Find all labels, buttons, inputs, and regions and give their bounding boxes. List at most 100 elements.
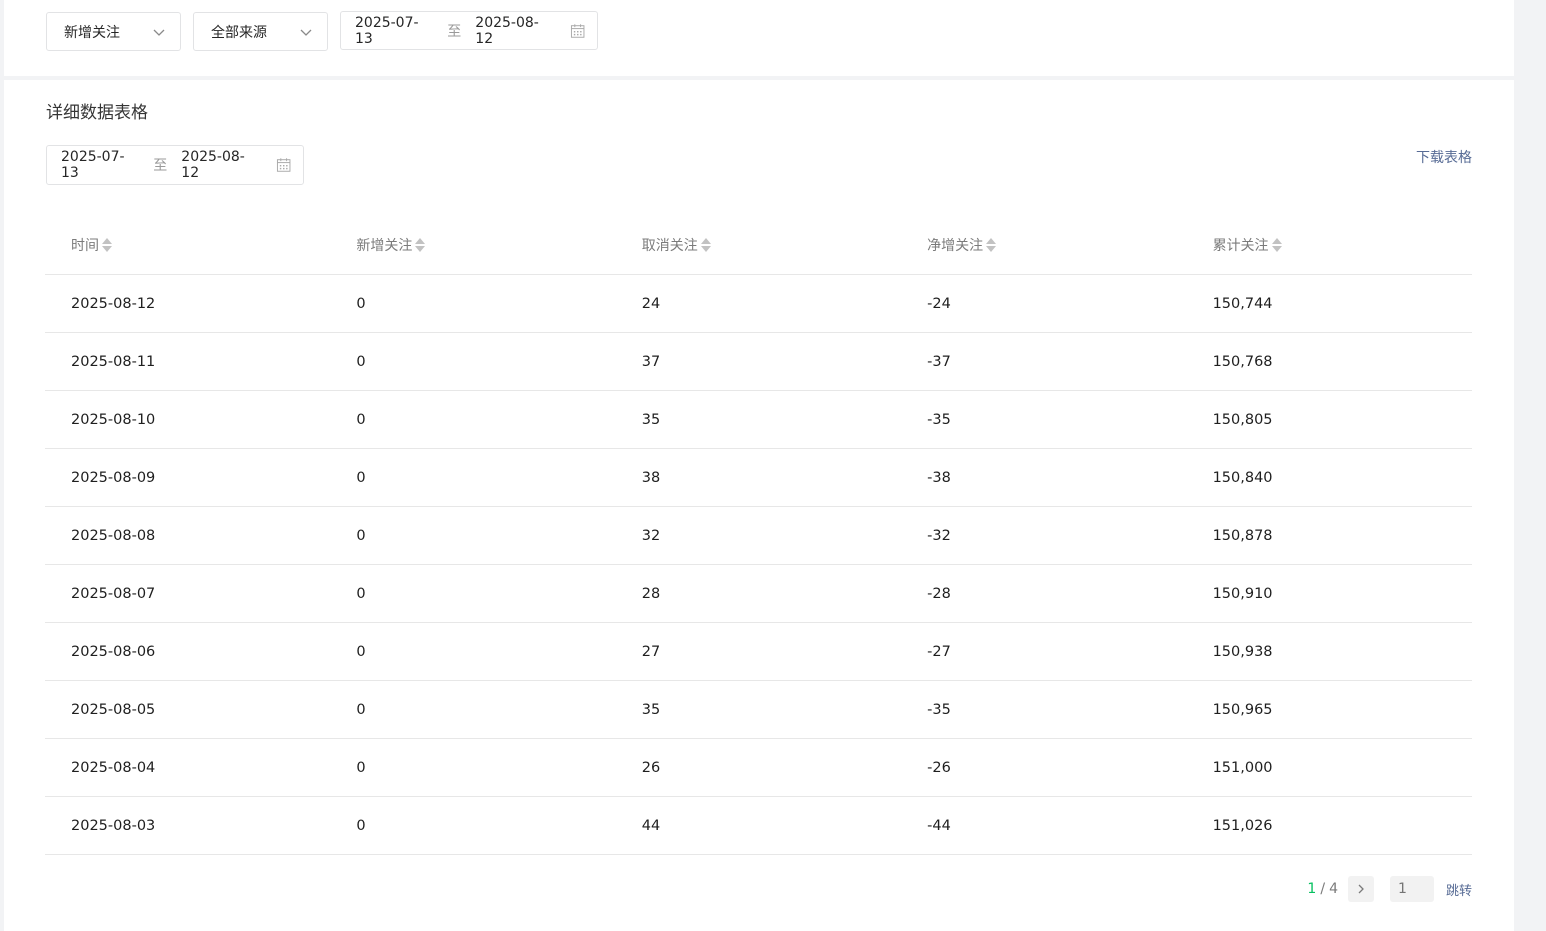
date-range-separator: 至 xyxy=(153,158,168,174)
cell-unfollows: 28 xyxy=(641,585,661,602)
cell-total-follows: 150,965 xyxy=(1212,701,1273,718)
jump-button[interactable]: 跳转 xyxy=(1446,880,1472,899)
table-date-range-picker[interactable]: 2025-07-13 至 2025-08-12 xyxy=(46,145,304,185)
cell-total-follows: 150,878 xyxy=(1212,527,1273,544)
cell-new-follows: 0 xyxy=(356,643,366,660)
cell-time: 2025-08-05 xyxy=(71,701,156,718)
current-page: 1 xyxy=(1307,881,1317,897)
sort-icon xyxy=(700,238,711,252)
cell-time: 2025-08-11 xyxy=(71,353,156,370)
cell-time: 2025-08-09 xyxy=(71,469,156,486)
cell-unfollows: 38 xyxy=(641,469,661,486)
cell-total-follows: 150,805 xyxy=(1212,411,1273,428)
table-row: 2025-08-05 0 35 -35 150,965 xyxy=(45,681,1472,739)
download-table-link[interactable]: 下载表格 xyxy=(1416,147,1472,167)
cell-unfollows: 26 xyxy=(641,759,661,776)
cell-total-follows: 150,938 xyxy=(1212,643,1273,660)
cell-net-follows: -24 xyxy=(927,295,951,312)
column-header-new-follows[interactable]: 新增关注 xyxy=(330,235,615,255)
cell-total-follows: 150,768 xyxy=(1212,353,1273,370)
page-separator: / xyxy=(1320,881,1326,897)
sort-icon xyxy=(102,238,112,252)
cell-new-follows: 0 xyxy=(356,701,366,718)
date-range-start: 2025-07-13 xyxy=(355,14,419,47)
column-header-unfollows[interactable]: 取消关注 xyxy=(616,235,901,255)
cell-unfollows: 32 xyxy=(641,527,661,544)
cell-unfollows: 44 xyxy=(641,817,661,834)
cell-net-follows: -27 xyxy=(927,643,951,660)
source-select-value: 全部来源 xyxy=(211,24,267,41)
column-header-label: 取消关注 xyxy=(641,238,698,254)
column-header-net-follows[interactable]: 净增关注 xyxy=(901,235,1186,255)
table-row: 2025-08-10 0 35 -35 150,805 xyxy=(45,391,1472,449)
cell-new-follows: 0 xyxy=(356,759,366,776)
table-row: 2025-08-08 0 32 -32 150,878 xyxy=(45,507,1472,565)
chevron-down-icon xyxy=(300,29,312,36)
date-range-end: 2025-08-12 xyxy=(475,14,539,47)
cell-time: 2025-08-04 xyxy=(71,759,156,776)
column-header-label: 时间 xyxy=(71,238,99,254)
cell-unfollows: 27 xyxy=(641,643,661,660)
cell-new-follows: 0 xyxy=(356,295,366,312)
cell-time: 2025-08-07 xyxy=(71,585,156,602)
section-title: 详细数据表格 xyxy=(46,103,148,123)
table-row: 2025-08-09 0 38 -38 150,840 xyxy=(45,449,1472,507)
sort-icon xyxy=(986,238,997,252)
pagination: 1 / 4 跳转 xyxy=(1307,876,1472,902)
cell-time: 2025-08-12 xyxy=(71,295,156,312)
cell-net-follows: -44 xyxy=(927,817,951,834)
table-row: 2025-08-04 0 26 -26 151,000 xyxy=(45,739,1472,797)
table-row: 2025-08-07 0 28 -28 150,910 xyxy=(45,565,1472,623)
date-range-start: 2025-07-13 xyxy=(61,149,125,181)
cell-net-follows: -35 xyxy=(927,411,951,428)
cell-net-follows: -26 xyxy=(927,759,951,776)
cell-net-follows: -35 xyxy=(927,701,951,718)
cell-new-follows: 0 xyxy=(356,353,366,370)
chevron-right-icon xyxy=(1358,884,1364,894)
cell-new-follows: 0 xyxy=(356,411,366,428)
calendar-icon xyxy=(276,158,291,172)
sort-icon xyxy=(1271,238,1282,252)
cell-net-follows: -37 xyxy=(927,353,951,370)
table-row: 2025-08-12 0 24 -24 150,744 xyxy=(45,275,1472,333)
cell-net-follows: -28 xyxy=(927,585,951,602)
cell-net-follows: -38 xyxy=(927,469,951,486)
column-header-label: 累计关注 xyxy=(1212,238,1269,254)
filter-date-range-picker[interactable]: 2025-07-13 至 2025-08-12 xyxy=(340,11,598,50)
cell-unfollows: 35 xyxy=(641,701,661,718)
cell-new-follows: 0 xyxy=(356,817,366,834)
table-row: 2025-08-06 0 27 -27 150,938 xyxy=(45,623,1472,681)
table-header: 时间 新增关注 取消关注 净增关注 累计关注 xyxy=(45,216,1472,275)
date-range-separator: 至 xyxy=(447,23,462,40)
cell-time: 2025-08-08 xyxy=(71,527,156,544)
column-header-label: 净增关注 xyxy=(927,238,984,254)
metric-select[interactable]: 新增关注 xyxy=(46,12,181,51)
calendar-icon xyxy=(570,23,585,38)
table-row: 2025-08-03 0 44 -44 151,026 xyxy=(45,797,1472,855)
table-row: 2025-08-11 0 37 -37 150,768 xyxy=(45,333,1472,391)
cell-time: 2025-08-10 xyxy=(71,411,156,428)
metric-select-value: 新增关注 xyxy=(64,24,120,41)
cell-total-follows: 150,840 xyxy=(1212,469,1273,486)
cell-unfollows: 35 xyxy=(641,411,661,428)
cell-total-follows: 150,910 xyxy=(1212,585,1273,602)
cell-time: 2025-08-06 xyxy=(71,643,156,660)
date-range-end: 2025-08-12 xyxy=(181,149,245,181)
sort-icon xyxy=(415,238,426,252)
cell-new-follows: 0 xyxy=(356,585,366,602)
column-header-total-follows[interactable]: 累计关注 xyxy=(1187,235,1472,255)
table-body: 2025-08-12 0 24 -24 150,744 2025-08-11 0 37 -37 1… xyxy=(45,275,1472,855)
cell-total-follows: 150,744 xyxy=(1212,295,1273,312)
cell-total-follows: 151,026 xyxy=(1212,817,1273,834)
next-page-button[interactable] xyxy=(1347,876,1374,902)
source-select[interactable]: 全部来源 xyxy=(193,12,328,51)
column-header-time[interactable]: 时间 xyxy=(45,235,330,255)
cell-total-follows: 151,000 xyxy=(1212,759,1273,776)
cell-new-follows: 0 xyxy=(356,469,366,486)
column-header-label: 新增关注 xyxy=(356,238,413,254)
cell-new-follows: 0 xyxy=(356,527,366,544)
total-pages: 4 xyxy=(1329,881,1338,897)
data-table: 时间 新增关注 取消关注 净增关注 累计关注 2025-08-12 0 24 -24 1… xyxy=(45,216,1472,855)
cell-unfollows: 24 xyxy=(641,295,661,312)
page-number-input[interactable] xyxy=(1389,876,1434,902)
